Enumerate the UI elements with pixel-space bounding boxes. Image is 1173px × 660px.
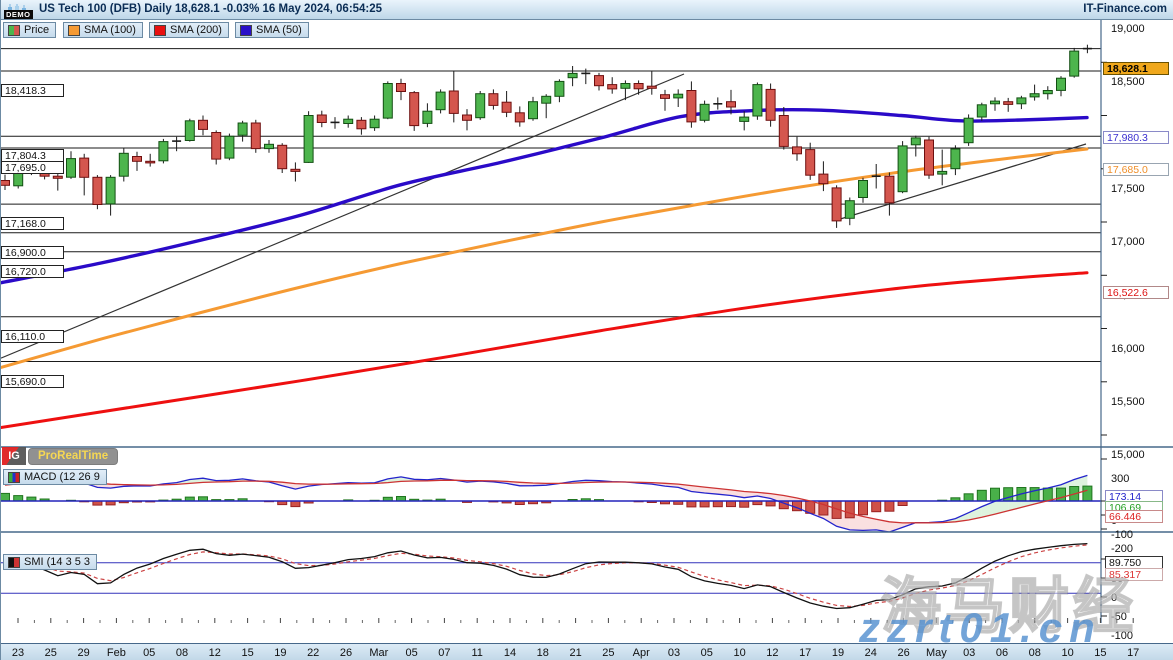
macd-tick--200: -200 bbox=[1111, 543, 1133, 555]
it-finance-credit: IT-Finance.com bbox=[1083, 3, 1167, 15]
legend-sma50-label: SMA (50) bbox=[256, 24, 302, 36]
sma50-swatch-icon bbox=[240, 25, 252, 36]
price-panel bbox=[1, 49, 1101, 428]
badge-sma200-value: 16,522.6 bbox=[1103, 286, 1169, 299]
ig-logo: IG bbox=[2, 447, 26, 465]
x-label-03: 03 bbox=[668, 647, 680, 659]
smi-tick--100: -100 bbox=[1111, 630, 1133, 642]
prorealtime-wordmark: ProRealTime bbox=[28, 448, 118, 465]
time-axis[interactable]: 23 25 29 Feb 05 08 12 15 19 22 26 Mar 05 07 11 14 18 21 25… bbox=[1, 643, 1173, 660]
legend-sma200-chip[interactable]: SMA (200) bbox=[149, 22, 229, 38]
x-label-22: 22 bbox=[307, 647, 319, 659]
price-tick-19,000: 19,000 bbox=[1111, 23, 1145, 35]
x-label-25: 25 bbox=[45, 647, 57, 659]
badge-macd-signal-line: 66.446 bbox=[1105, 510, 1163, 523]
level-label-16,110.0: 16,110.0 bbox=[1, 330, 64, 343]
smi-tick-0: 0 bbox=[1111, 592, 1117, 604]
demo-badge: DEMO bbox=[4, 10, 33, 19]
price-tick-15,500: 15,500 bbox=[1111, 396, 1145, 408]
smi-label-text: SMI (14 3 5 3 bbox=[24, 556, 90, 568]
prt-mini-candles-icon: DEMO bbox=[4, 1, 34, 19]
instrument-title: US Tech 100 (DFB) Daily 18,628.1 -0.03% … bbox=[39, 3, 382, 15]
x-label-10: 10 bbox=[733, 647, 745, 659]
x-label-17: 17 bbox=[799, 647, 811, 659]
price-tick-15,000: 15,000 bbox=[1111, 449, 1145, 461]
level-label-16,720.0: 16,720.0 bbox=[1, 265, 64, 278]
price-tick-18,500: 18,500 bbox=[1111, 76, 1145, 88]
prorealtime-chart-window: DEMO US Tech 100 (DFB) Daily 18,628.1 -0… bbox=[0, 0, 1173, 660]
x-label-05: 05 bbox=[405, 647, 417, 659]
x-label-Mar: Mar bbox=[369, 647, 388, 659]
x-label-24: 24 bbox=[865, 647, 877, 659]
smi-panel bbox=[1, 544, 1101, 609]
x-label-15: 15 bbox=[1094, 647, 1106, 659]
macd-label-text: MACD (12 26 9 bbox=[24, 471, 100, 483]
legend-sma100-chip[interactable]: SMA (100) bbox=[63, 22, 143, 38]
level-label-18,418.3: 18,418.3 bbox=[1, 84, 64, 97]
x-label-26: 26 bbox=[897, 647, 909, 659]
x-label-19: 19 bbox=[832, 647, 844, 659]
badge-sma50-value: 17,980.3 bbox=[1103, 131, 1169, 144]
legend-sma200-label: SMA (200) bbox=[170, 24, 222, 36]
smi-tick--50: -50 bbox=[1111, 611, 1127, 623]
x-label-17: 17 bbox=[1127, 647, 1139, 659]
sma200-swatch-icon bbox=[154, 25, 166, 36]
x-label-05: 05 bbox=[143, 647, 155, 659]
x-label-08: 08 bbox=[176, 647, 188, 659]
x-label-10: 10 bbox=[1061, 647, 1073, 659]
price-tick-17,000: 17,000 bbox=[1111, 236, 1145, 248]
macd-tick--100: -100 bbox=[1111, 529, 1133, 541]
level-label-17,695.0: 17,695.0 bbox=[1, 161, 64, 174]
smi-icon bbox=[8, 557, 20, 568]
macd-icon bbox=[8, 472, 20, 483]
legend-sma50-chip[interactable]: SMA (50) bbox=[235, 22, 309, 38]
x-label-18: 18 bbox=[537, 647, 549, 659]
x-label-06: 06 bbox=[996, 647, 1008, 659]
x-label-12: 12 bbox=[209, 647, 221, 659]
price-tick-16,000: 16,000 bbox=[1111, 343, 1145, 355]
price-tick-17,500: 17,500 bbox=[1111, 183, 1145, 195]
chart-canvas[interactable] bbox=[1, 0, 1173, 623]
prorealtime-logo: IG ProRealTime bbox=[2, 446, 118, 466]
macd-panel-label[interactable]: MACD (12 26 9 bbox=[3, 469, 107, 485]
x-label-May: May bbox=[926, 647, 947, 659]
badge-smi-smi-signal: 85.317 bbox=[1105, 568, 1163, 581]
legend-price-label: Price bbox=[24, 24, 49, 36]
x-label-25: 25 bbox=[602, 647, 614, 659]
legend-price-chip[interactable]: Price bbox=[3, 22, 56, 38]
x-label-Feb: Feb bbox=[107, 647, 126, 659]
x-label-14: 14 bbox=[504, 647, 516, 659]
badge-last-price: 18,628.1 bbox=[1103, 62, 1169, 75]
price-swatch-icon bbox=[8, 25, 20, 36]
x-label-07: 07 bbox=[438, 647, 450, 659]
x-label-05: 05 bbox=[701, 647, 713, 659]
x-label-03: 03 bbox=[963, 647, 975, 659]
x-label-26: 26 bbox=[340, 647, 352, 659]
macd-panel bbox=[1, 475, 1101, 532]
x-label-23: 23 bbox=[12, 647, 24, 659]
macd-tick-300: 300 bbox=[1111, 473, 1129, 485]
x-label-Apr: Apr bbox=[633, 647, 650, 659]
x-label-12: 12 bbox=[766, 647, 778, 659]
legend-sma100-label: SMA (100) bbox=[84, 24, 136, 36]
level-label-17,168.0: 17,168.0 bbox=[1, 217, 64, 230]
smi-panel-label[interactable]: SMI (14 3 5 3 bbox=[3, 554, 97, 570]
x-label-29: 29 bbox=[77, 647, 89, 659]
title-bar: DEMO US Tech 100 (DFB) Daily 18,628.1 -0… bbox=[1, 0, 1173, 20]
x-label-11: 11 bbox=[471, 647, 482, 659]
x-label-19: 19 bbox=[274, 647, 286, 659]
sma100-swatch-icon bbox=[68, 25, 80, 36]
level-label-16,900.0: 16,900.0 bbox=[1, 246, 64, 259]
level-label-15,690.0: 15,690.0 bbox=[1, 375, 64, 388]
panel-frame bbox=[1, 0, 1173, 623]
x-label-21: 21 bbox=[569, 647, 581, 659]
badge-sma100-value: 17,685.0 bbox=[1103, 163, 1169, 176]
x-label-08: 08 bbox=[1029, 647, 1041, 659]
x-label-15: 15 bbox=[241, 647, 253, 659]
